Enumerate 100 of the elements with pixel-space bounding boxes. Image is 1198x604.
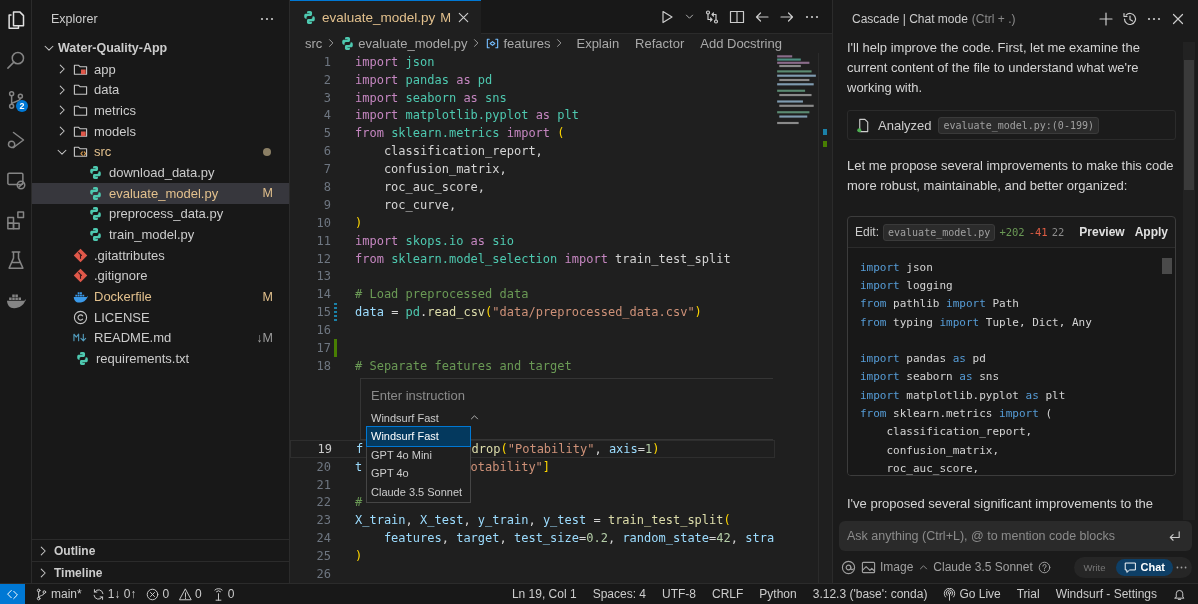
code-line: roc_curve, (382, 197, 457, 212)
status-item[interactable]: main* (31, 584, 86, 604)
menu-item[interactable]: Windsurf Fast (367, 426, 470, 446)
status-item[interactable]: 3.12.3 ('base': conda) (808, 584, 932, 604)
diamond-icon (73, 247, 88, 263)
line-number: 12 (315, 251, 331, 266)
status-item[interactable]: 0 (175, 584, 206, 604)
editor-tab[interactable]: evaluate_model.py M (290, 0, 482, 34)
tree-item[interactable]: src (32, 141, 289, 163)
code-line: ) (355, 549, 363, 564)
python-icon (88, 227, 103, 243)
breadcrumb-item[interactable]: features (503, 35, 551, 51)
tree-item[interactable]: evaluate_model.py M (32, 182, 289, 204)
whale-icon (73, 289, 88, 305)
enter-icon[interactable] (1167, 528, 1182, 544)
help-icon[interactable] (1037, 560, 1051, 574)
flask-icon[interactable] (5, 250, 26, 270)
menu-item[interactable]: GPT 4o (367, 464, 470, 484)
line-number: 1 (322, 54, 331, 69)
python-icon (88, 164, 103, 180)
extensions-icon[interactable] (5, 210, 26, 230)
code-line: import matplotlib.pyplot as plt (355, 108, 579, 123)
tree-item[interactable]: app (32, 58, 289, 80)
section-header[interactable]: Outline (32, 539, 289, 561)
message-input[interactable]: Ask anything (Ctrl+L), @ to mention code blocks (847, 529, 1161, 543)
compare-icon[interactable] (704, 8, 720, 25)
tree-item[interactable]: requirements.txt (32, 348, 289, 369)
tree-item[interactable]: README.md ↓M (32, 327, 289, 349)
code-line: import seaborn as sns (860, 370, 1000, 384)
file-chip: evaluate_model.py:(0-199) (938, 116, 1099, 134)
code-fragment: otability"] (470, 459, 551, 474)
status-item[interactable]: Trial (1012, 584, 1044, 604)
status-item[interactable]: Ln 19, Col 1 (507, 584, 581, 604)
breadcrumb-item[interactable]: src (305, 35, 323, 51)
edit-action-button[interactable]: Apply (1131, 223, 1171, 241)
image-button[interactable]: Image (861, 559, 914, 575)
status-item[interactable]: UTF-8 (658, 584, 700, 604)
menu-item[interactable]: Claude 3.5 Sonnet (367, 483, 470, 503)
line-number: 24 (315, 531, 331, 546)
status-item[interactable]: Spaces: 4 (588, 584, 650, 604)
files-icon[interactable] (5, 10, 26, 30)
line-number: 9 (322, 197, 331, 212)
history-icon[interactable] (1122, 11, 1138, 27)
line-number: 22 (315, 495, 331, 510)
status-item[interactable]: 0 (207, 584, 239, 604)
tree-item[interactable]: train_model.py (32, 224, 289, 245)
code-line: import matplotlib.pyplot as plt (860, 388, 1066, 402)
code-action-link[interactable]: Refactor (635, 35, 685, 51)
chevron-down-icon[interactable] (684, 11, 695, 22)
tool-label: Analyzed (878, 117, 932, 133)
tree-item[interactable]: preprocess_data.py (32, 203, 289, 225)
chat-input[interactable]: Ask anything (Ctrl+L), @ to mention code blocks (839, 521, 1192, 551)
chat-icon (1123, 560, 1137, 574)
menu-item[interactable]: GPT 4o Mini (367, 445, 470, 465)
line-number: 6 (322, 144, 331, 159)
status-item[interactable]: 0 (142, 584, 174, 604)
code-line: roc_auc_score, (382, 180, 486, 194)
model-dropdown[interactable]: Windsurf Fast (371, 411, 480, 424)
line-number: 20 (315, 459, 331, 474)
python-icon (88, 185, 103, 201)
folder-icon (73, 144, 88, 160)
tree-item[interactable]: download_data.py (32, 162, 289, 183)
scrollbar[interactable] (1183, 42, 1195, 520)
code-line: ) (355, 215, 363, 230)
breadcrumb-item[interactable]: evaluate_model.py (358, 35, 468, 51)
close-icon[interactable] (1170, 11, 1186, 27)
instruction-input[interactable]: Enter instruction (371, 385, 763, 406)
tree-item[interactable]: .gitignore (32, 265, 289, 287)
tree-item[interactable]: models (32, 120, 289, 142)
run-icon[interactable] (659, 8, 675, 25)
python-icon (302, 10, 317, 25)
plus-icon[interactable] (1098, 11, 1114, 27)
change-count: 22 (1051, 226, 1065, 238)
search-icon[interactable] (5, 50, 26, 70)
tree-item[interactable]: LICENSE (32, 306, 289, 328)
tree-item[interactable]: metrics (32, 100, 289, 121)
status-item[interactable]: Windsurf - Settings (1051, 584, 1161, 604)
status-item[interactable]: CRLF (708, 584, 748, 604)
tree-item[interactable]: data (32, 79, 289, 101)
run-debug-icon[interactable] (5, 130, 26, 150)
image-icon (861, 559, 876, 575)
line-number: 3 (322, 90, 331, 105)
mode-option[interactable]: Chat (1115, 558, 1173, 576)
chat-message: I've proposed several significant improvements to the (847, 495, 1154, 513)
model-selector[interactable]: Claude 3.5 Sonnet (918, 560, 1033, 574)
tree-item[interactable]: Water-Quality-App (32, 38, 289, 59)
tree-item[interactable]: .gitattributes (32, 244, 289, 266)
status-item[interactable]: Go Live (939, 584, 1005, 604)
mention-icon[interactable] (841, 559, 856, 575)
status-item[interactable]: 1↓ 0↑ (87, 584, 141, 604)
tree-item[interactable]: Dockerfile M (32, 286, 289, 307)
code-action-link[interactable]: Explain (576, 35, 620, 51)
mode-option[interactable]: Write (1075, 559, 1114, 575)
code-action-link[interactable]: Add Docstring (700, 35, 782, 51)
edit-action-button[interactable]: Preview (1076, 223, 1128, 241)
split-editor-icon[interactable] (729, 8, 745, 25)
line-number: 8 (322, 180, 331, 194)
remote-explorer-icon[interactable] (5, 170, 26, 190)
status-item[interactable]: Python (755, 584, 801, 604)
git-status: M (262, 289, 273, 304)
